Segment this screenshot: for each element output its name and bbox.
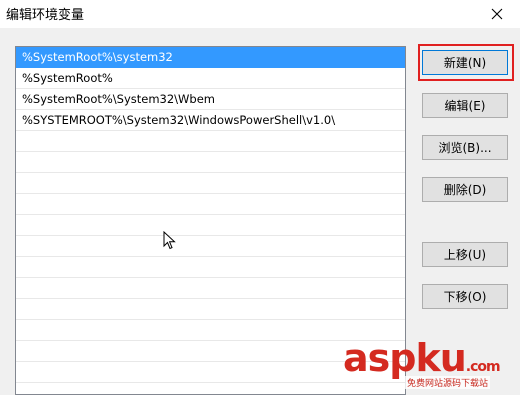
list-item[interactable]: %SystemRoot% — [16, 68, 405, 89]
move-down-button[interactable]: 下移(O) — [422, 284, 508, 309]
move-up-button[interactable]: 上移(U) — [422, 242, 508, 267]
title-bar: 编辑环境变量 — [0, 0, 520, 28]
list-item[interactable] — [16, 152, 405, 173]
close-icon — [491, 8, 503, 20]
list-item[interactable]: %SystemRoot%\system32 — [16, 47, 405, 68]
list-item[interactable]: %SYSTEMROOT%\System32\WindowsPowerShell\… — [16, 110, 405, 131]
list-item[interactable] — [16, 278, 405, 299]
new-button[interactable]: 新建(N) — [422, 50, 508, 75]
close-button[interactable] — [474, 0, 520, 28]
delete-button[interactable]: 删除(D) — [422, 177, 508, 202]
window-title: 编辑环境变量 — [6, 8, 85, 23]
mouse-cursor-icon — [163, 231, 176, 250]
edit-button[interactable]: 编辑(E) — [422, 93, 508, 118]
list-item[interactable] — [16, 299, 405, 320]
list-item[interactable] — [16, 173, 405, 194]
list-item[interactable] — [16, 236, 405, 257]
list-item[interactable] — [16, 194, 405, 215]
list-item[interactable] — [16, 131, 405, 152]
list-item[interactable] — [16, 257, 405, 278]
list-item[interactable] — [16, 215, 405, 236]
list-item[interactable]: %SystemRoot%\System32\Wbem — [16, 89, 405, 110]
browse-button[interactable]: 浏览(B)... — [422, 135, 508, 160]
watermark-sub: 免费网站源码下载站 — [405, 376, 491, 389]
watermark-logo: aspku.com 免费网站源码下载站 — [343, 338, 513, 393]
